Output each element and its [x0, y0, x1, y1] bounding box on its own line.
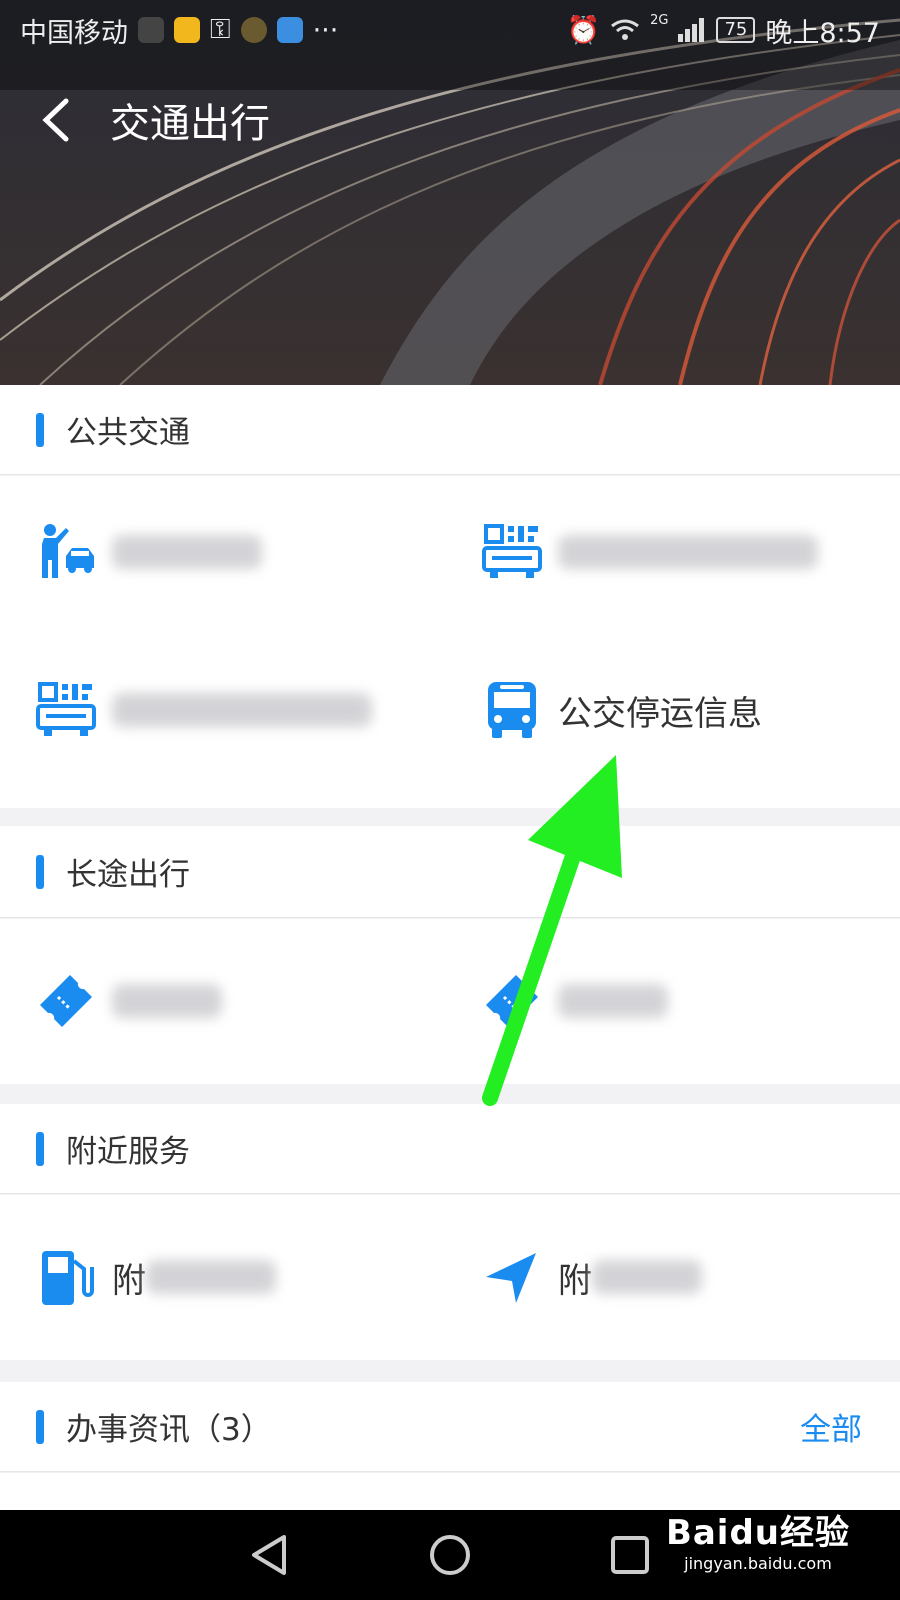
section-title: 办事资讯（3）	[66, 1412, 272, 1448]
nearby-gas-prefix: 附	[112, 1260, 146, 1301]
section-title: 附近服务	[66, 1134, 190, 1170]
bus-icon	[482, 680, 542, 740]
baidu-watermark: Baidu经验 jingyan.baidu.com	[666, 1505, 850, 1573]
nav-recents-icon[interactable]	[608, 1533, 652, 1577]
public-transport-grid: 公交停运信息	[0, 476, 900, 808]
bus-card-qr-icon	[36, 680, 96, 740]
taxi-icon	[36, 522, 96, 582]
blurred-text	[112, 984, 222, 1018]
bus-suspension-label: 公交停运信息	[558, 693, 762, 734]
watermark-url: jingyan.baidu.com	[684, 1554, 832, 1573]
nav-home-icon[interactable]	[428, 1533, 472, 1577]
section-long-distance: 长途出行	[0, 826, 900, 918]
section-title: 公共交通	[66, 415, 190, 451]
blurred-text	[146, 1260, 276, 1294]
section-accent-bar	[36, 1131, 44, 1166]
back-button[interactable]	[0, 60, 110, 180]
cell-signal-icon	[678, 18, 705, 42]
status-left: 中国移动 ⚿ ···	[20, 11, 338, 50]
section-public-transport: 公共交通	[0, 385, 900, 475]
section-nearby: 附近服务	[0, 1104, 900, 1194]
wifi-icon	[611, 19, 640, 40]
taxi-item[interactable]	[36, 522, 262, 582]
section-accent-bar	[36, 854, 44, 889]
nearby-grid: 附 附	[0, 1195, 900, 1360]
clock: 晚上8:57	[765, 17, 880, 49]
ticket-icon	[482, 971, 542, 1031]
alarm-icon: ⏰	[566, 15, 601, 46]
navigation-arrow-icon	[482, 1247, 542, 1307]
nearby-bank-prefix: 附	[558, 1260, 592, 1301]
more-notifications-icon: ···	[312, 14, 339, 46]
section-news: 办事资讯（3） 全部	[0, 1382, 900, 1472]
blurred-text	[112, 535, 262, 569]
toutiao-app-icon	[138, 17, 164, 43]
nearby-bank-item[interactable]: 附	[482, 1247, 702, 1307]
app-notification-icon	[174, 17, 200, 43]
page-title: 交通出行	[110, 101, 270, 147]
browser-app-icon	[276, 17, 303, 43]
section-title: 长途出行	[66, 857, 190, 893]
section-accent-bar	[36, 412, 44, 447]
bus-card-item-b[interactable]	[36, 680, 372, 740]
coach-ticket-item[interactable]	[482, 971, 668, 1031]
key-icon: ⚿	[210, 14, 231, 45]
nearby-gas-station-item[interactable]: 附	[36, 1247, 276, 1307]
blurred-text	[558, 984, 668, 1018]
blurred-text	[558, 535, 818, 569]
ticket-icon	[36, 971, 96, 1031]
blurred-text	[592, 1260, 702, 1294]
train-ticket-item[interactable]	[36, 971, 222, 1031]
nav-back-icon[interactable]	[248, 1533, 292, 1577]
gas-pump-icon	[36, 1247, 96, 1307]
section-accent-bar	[36, 1409, 44, 1444]
bus-card-qr-icon	[482, 522, 542, 582]
chevron-left-icon	[42, 98, 69, 142]
bus-card-item-a[interactable]	[482, 522, 818, 582]
watermark-main: Baidu经验	[665, 1513, 850, 1553]
long-distance-grid	[0, 919, 900, 1084]
blurred-text	[112, 693, 372, 727]
view-all-link[interactable]: 全部	[800, 1404, 862, 1449]
du-app-icon	[240, 17, 267, 43]
network-type-label: 2G	[650, 12, 669, 28]
bus-suspension-item[interactable]: 公交停运信息	[482, 680, 762, 740]
status-right: ⏰ 2G 75 晚上8:57	[566, 11, 880, 50]
status-bar: 中国移动 ⚿ ··· ⏰ 2G 75 晚上8:57	[0, 0, 900, 60]
app-header: 交通出行	[0, 60, 900, 180]
carrier-label: 中国移动	[20, 17, 128, 49]
battery-indicator: 75	[716, 17, 756, 43]
